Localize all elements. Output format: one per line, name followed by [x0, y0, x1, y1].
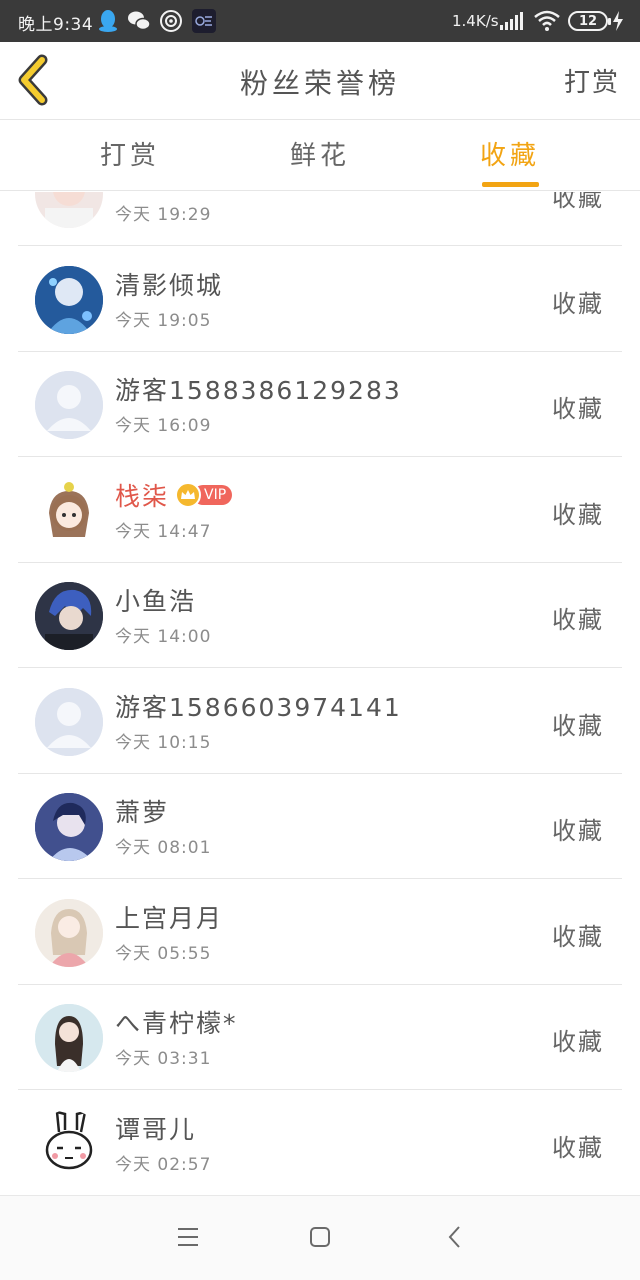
reward-button[interactable]: 打赏 — [564, 62, 620, 99]
user-name: 小鱼浩 — [115, 587, 197, 616]
user-name: 萧萝 — [115, 798, 170, 827]
avatar — [35, 1004, 103, 1072]
user-name: 游客1586603974141 — [115, 693, 402, 722]
crown-icon — [175, 482, 202, 508]
list-item[interactable]: 栈柒 VIP 今天 14:47 收藏 — [18, 457, 622, 563]
avatar — [35, 793, 103, 861]
list-item[interactable]: 今天 19:29 收藏 — [18, 192, 622, 246]
back-icon[interactable] — [440, 1222, 470, 1252]
avatar — [35, 899, 103, 967]
avatar — [35, 371, 103, 439]
list-item[interactable]: 清影倾城 今天 19:05 收藏 — [18, 246, 622, 352]
signal-icon — [498, 9, 526, 33]
charging-icon — [610, 9, 626, 33]
user-name: 清影倾城 — [115, 271, 224, 300]
action-label: 收藏 — [552, 290, 604, 318]
header: 粉丝荣誉榜 打赏 — [0, 42, 640, 120]
list-item[interactable]: 萧萝 今天 08:01 收藏 — [18, 773, 622, 879]
timestamp: 今天 02:57 — [115, 1155, 212, 1175]
timestamp: 今天 10:15 — [115, 733, 212, 753]
avatar — [35, 192, 103, 228]
app-icon — [192, 9, 216, 33]
active-tab-indicator — [482, 182, 539, 187]
user-name: 谭哥儿 — [115, 1115, 197, 1144]
action-label: 收藏 — [552, 1134, 604, 1162]
vip-badge: VIP — [175, 482, 233, 508]
action-label: 收藏 — [552, 1028, 604, 1056]
qq-icon — [96, 9, 120, 33]
avatar — [35, 582, 103, 650]
action-label: 收藏 — [552, 395, 604, 423]
system-nav-bar — [0, 1195, 640, 1280]
hotspot-icon — [159, 9, 183, 33]
action-label: 收藏 — [552, 923, 604, 951]
tab-reward[interactable]: 打赏 — [70, 135, 190, 172]
status-time: 晚上9:34 — [18, 15, 94, 35]
list-item[interactable]: 谭哥儿 今天 02:57 收藏 — [18, 1090, 622, 1195]
menu-icon[interactable] — [173, 1222, 203, 1252]
action-label: 收藏 — [552, 606, 604, 634]
status-bar: 晚上9:34 1.4K/s 12 — [0, 0, 640, 42]
user-name: 游客1588386129283 — [115, 376, 402, 405]
list-item[interactable]: 上宫月月 今天 05:55 收藏 — [18, 879, 622, 985]
network-speed: 1.4K/s — [452, 12, 499, 30]
action-label: 收藏 — [552, 501, 604, 529]
user-name: 栈柒 VIP — [115, 477, 233, 513]
timestamp: 今天 14:00 — [115, 627, 212, 647]
timestamp: 今天 14:47 — [115, 522, 212, 542]
avatar — [35, 266, 103, 334]
home-icon[interactable] — [305, 1222, 335, 1252]
avatar — [35, 1110, 103, 1178]
avatar — [35, 688, 103, 756]
action-label: 收藏 — [552, 817, 604, 845]
list-item[interactable]: へ青柠檬* 今天 03:31 收藏 — [18, 984, 622, 1090]
list-item[interactable]: 游客1586603974141 今天 10:15 收藏 — [18, 668, 622, 774]
tab-bar: 打赏 鲜花 收藏 — [0, 121, 640, 191]
list-item[interactable]: 小鱼浩 今天 14:00 收藏 — [18, 562, 622, 668]
avatar — [35, 477, 103, 545]
timestamp: 今天 03:31 — [115, 1049, 212, 1069]
user-name: へ青柠檬* — [115, 1009, 238, 1038]
action-label: 收藏 — [552, 192, 604, 212]
timestamp: 今天 08:01 — [115, 838, 212, 858]
page-title: 粉丝荣誉榜 — [239, 67, 400, 100]
list-item[interactable]: 游客1588386129283 今天 16:09 收藏 — [18, 351, 622, 457]
battery-icon: 12 — [568, 11, 611, 31]
tab-favorites[interactable]: 收藏 — [450, 135, 570, 172]
user-name: 上宫月月 — [115, 904, 224, 933]
timestamp: 今天 19:29 — [115, 205, 212, 225]
wifi-icon — [533, 9, 561, 33]
timestamp: 今天 19:05 — [115, 311, 212, 331]
fan-list: 今天 19:29 收藏 清影倾城 今天 19:05 收藏 游客158838612… — [0, 192, 640, 1195]
vip-user-name: 栈柒 — [115, 482, 170, 511]
wechat-icon — [127, 9, 151, 33]
timestamp: 今天 16:09 — [115, 416, 212, 436]
tab-flowers[interactable]: 鲜花 — [260, 135, 380, 172]
timestamp: 今天 05:55 — [115, 944, 212, 964]
action-label: 收藏 — [552, 712, 604, 740]
